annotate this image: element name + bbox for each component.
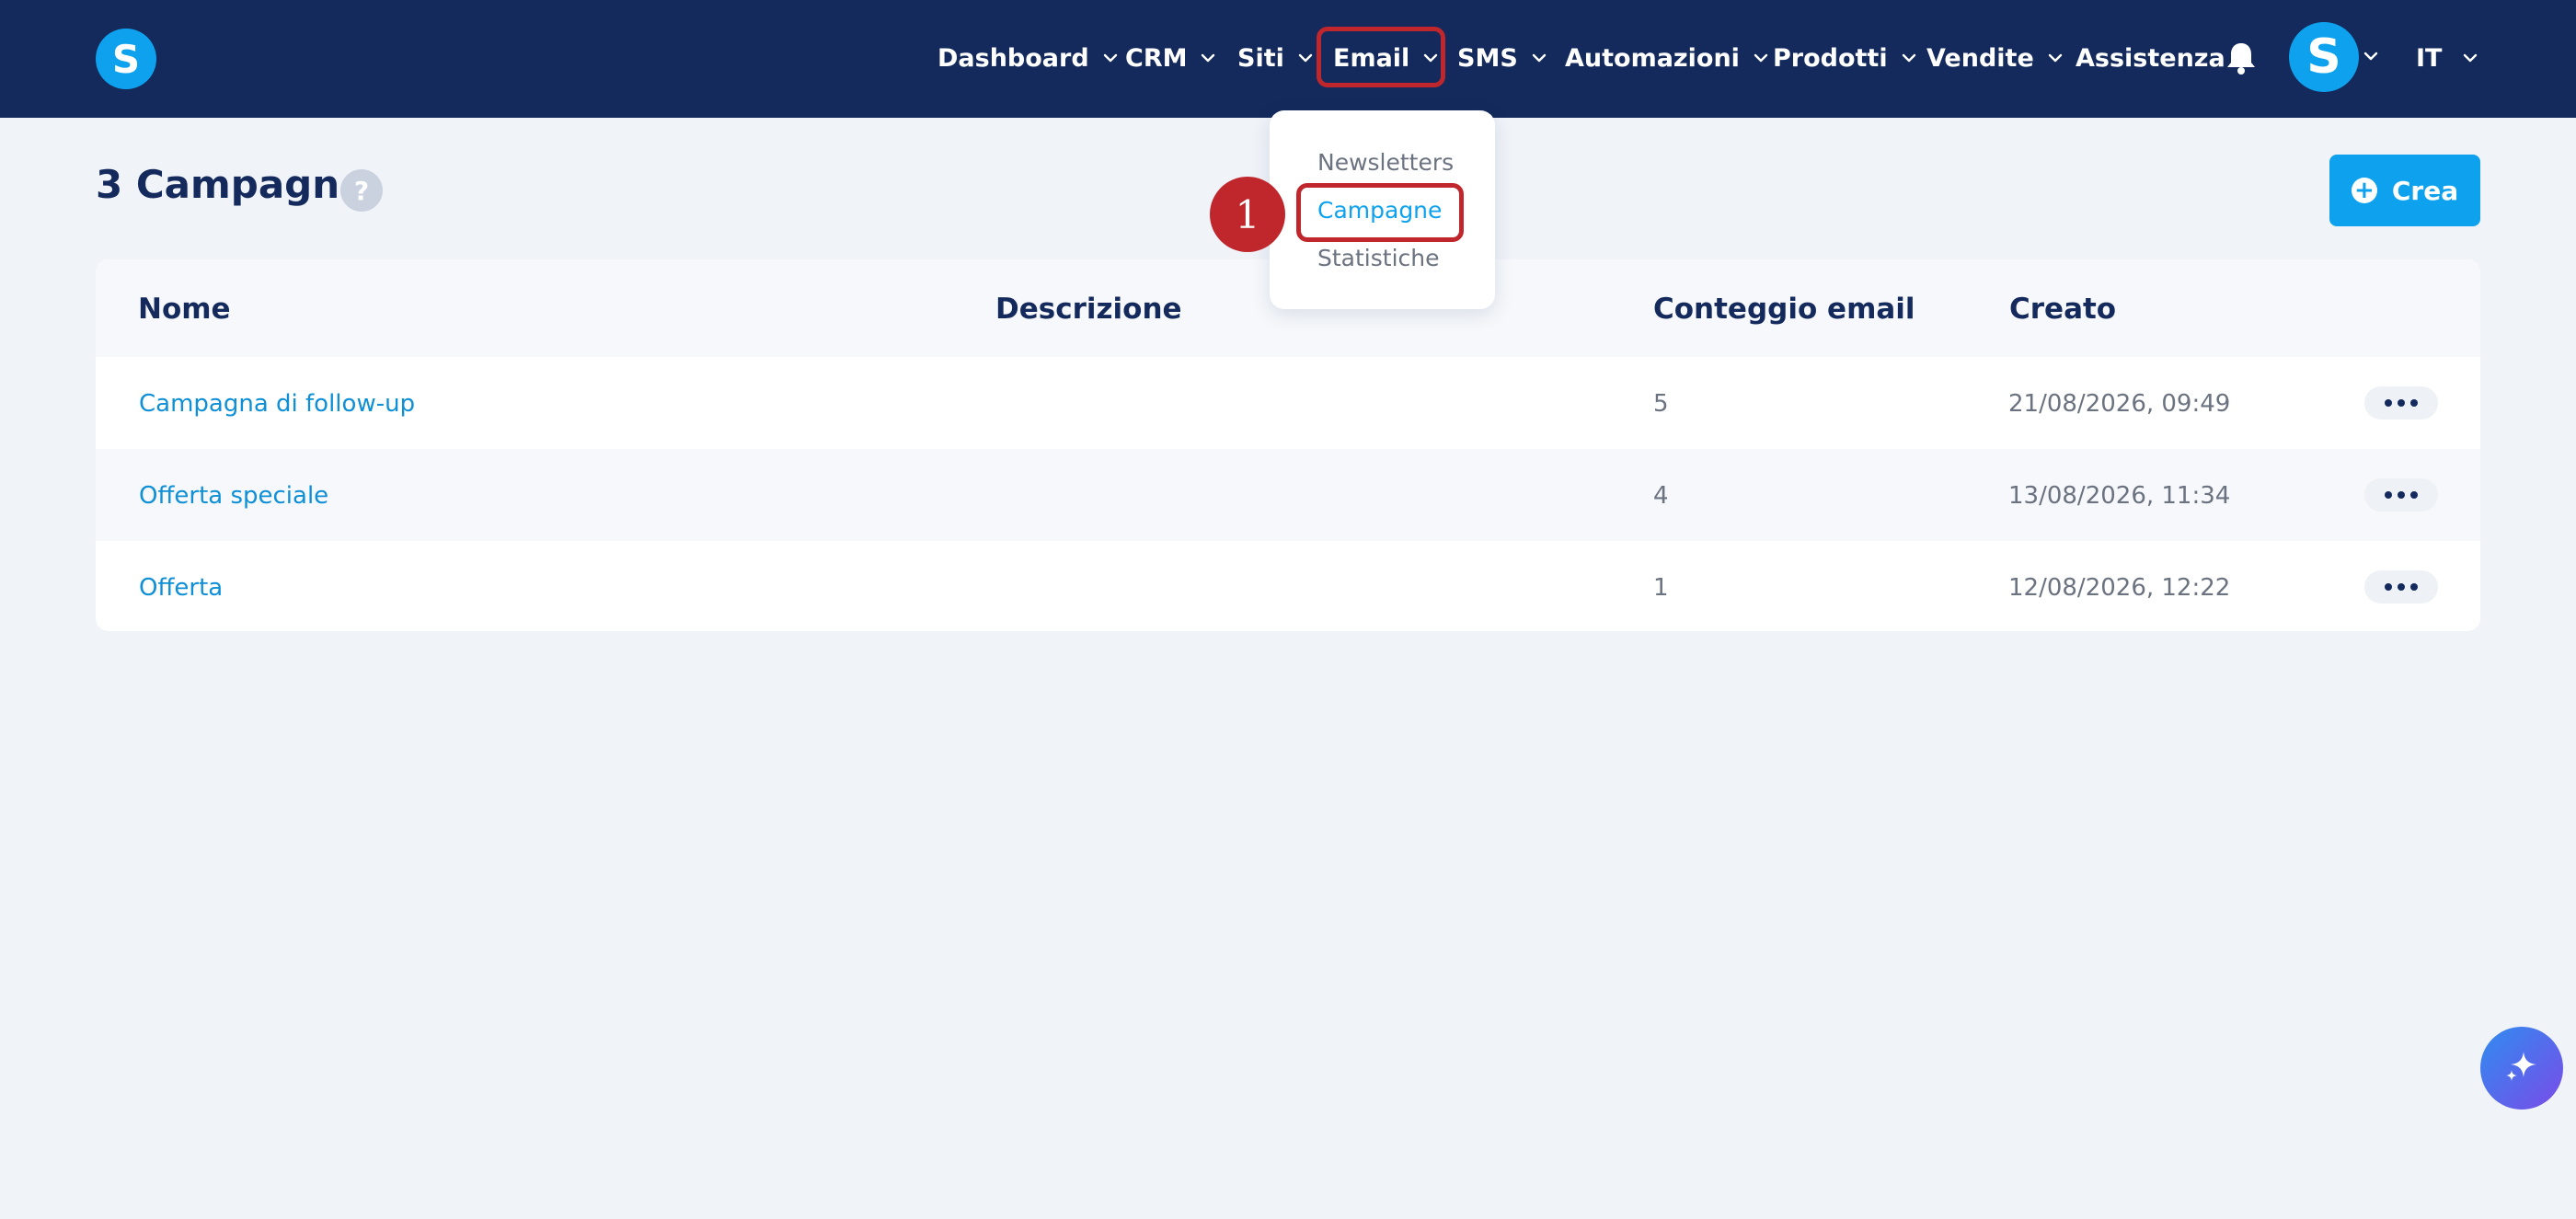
chevron-down-icon[interactable] <box>2363 48 2379 64</box>
nav-item-label: Siti <box>1237 43 1284 73</box>
top-navigation-bar: S Dashboard CRM Siti Email SMS Automazio… <box>0 0 2576 118</box>
chevron-down-icon <box>2047 50 2064 66</box>
campaign-email-count: 5 <box>1653 390 1669 418</box>
nav-item-dashboard[interactable]: Dashboard <box>937 37 1119 79</box>
chevron-down-icon <box>1422 50 1439 66</box>
nav-item-sms[interactable]: SMS <box>1457 37 1547 79</box>
campaign-name-link[interactable]: Offerta <box>139 574 223 602</box>
language-selector[interactable]: IT <box>2416 37 2478 79</box>
campaign-email-count: 1 <box>1653 574 1669 602</box>
campaign-email-count: 4 <box>1653 482 1669 510</box>
nav-item-vendite[interactable]: Vendite <box>1926 37 2064 79</box>
column-header-description[interactable]: Descrizione <box>995 293 1182 326</box>
nav-item-label: CRM <box>1125 43 1188 73</box>
chevron-down-icon <box>2462 50 2478 66</box>
nav-item-email[interactable]: Email <box>1333 37 1439 79</box>
page-title: 3 Campagne <box>96 162 366 207</box>
column-header-created[interactable]: Creato <box>2009 293 2116 326</box>
nav-item-label: Vendite <box>1926 43 2034 73</box>
campaign-name-link[interactable]: Campagna di follow-up <box>139 390 415 418</box>
nav-item-label: Assistenza <box>2076 43 2225 73</box>
step-marker-badge: 1 <box>1210 177 1285 252</box>
chevron-down-icon <box>1901 50 1917 66</box>
create-button[interactable]: + Crea <box>2329 155 2480 226</box>
nav-item-assistenza[interactable]: Assistenza <box>2076 37 2225 79</box>
dropdown-item-campagne[interactable]: Campagne <box>1317 197 1442 224</box>
chevron-down-icon <box>1200 50 1216 66</box>
more-dots-icon[interactable] <box>2364 570 2438 604</box>
nav-item-prodotti[interactable]: Prodotti <box>1773 37 1917 79</box>
dropdown-item-statistiche[interactable]: Statistiche <box>1317 245 1439 271</box>
question-icon[interactable]: ? <box>340 169 383 212</box>
email-dropdown-menu: Newsletters Campagne Statistiche <box>1270 110 1495 309</box>
campaign-created-date: 13/08/2026, 11:34 <box>2008 482 2231 510</box>
campaign-created-date: 12/08/2026, 12:22 <box>2008 574 2231 602</box>
column-header-name[interactable]: Nome <box>138 293 231 326</box>
nav-item-siti[interactable]: Siti <box>1237 37 1314 79</box>
table-row: Offerta 1 12/08/2026, 12:22 <box>96 541 2480 631</box>
nav-item-label: SMS <box>1457 43 1518 73</box>
ai-assistant-button[interactable] <box>2480 1027 2563 1110</box>
chevron-down-icon <box>1531 50 1547 66</box>
more-dots-icon[interactable] <box>2364 478 2438 512</box>
plus-circle-icon: + <box>2351 178 2377 203</box>
language-label: IT <box>2416 43 2443 73</box>
campaign-created-date: 21/08/2026, 09:49 <box>2008 390 2231 418</box>
nav-item-crm[interactable]: CRM <box>1125 37 1216 79</box>
chevron-down-icon <box>1753 50 1769 66</box>
nav-item-label: Automazioni <box>1565 43 1740 73</box>
more-dots-icon[interactable] <box>2364 386 2438 420</box>
avatar[interactable]: S <box>2289 22 2359 92</box>
dropdown-item-newsletters[interactable]: Newsletters <box>1317 149 1454 176</box>
chevron-down-icon <box>1102 50 1119 66</box>
app-logo[interactable]: S <box>96 29 156 89</box>
chevron-down-icon <box>1297 50 1314 66</box>
create-button-label: Crea <box>2391 175 2459 206</box>
campaign-name-link[interactable]: Offerta speciale <box>139 482 328 510</box>
nav-item-label: Email <box>1333 43 1410 73</box>
bell-icon[interactable] <box>2225 40 2258 75</box>
campaigns-table: Nome Descrizione Conteggio email Creato … <box>96 259 2480 631</box>
sparkle-icon <box>2500 1044 2544 1092</box>
nav-item-label: Dashboard <box>937 43 1089 73</box>
column-header-email-count[interactable]: Conteggio email <box>1653 293 1915 326</box>
nav-item-label: Prodotti <box>1773 43 1888 73</box>
table-row: Campagna di follow-up 5 21/08/2026, 09:4… <box>96 357 2480 449</box>
table-row: Offerta speciale 4 13/08/2026, 11:34 <box>96 449 2480 541</box>
nav-item-automazioni[interactable]: Automazioni <box>1565 37 1769 79</box>
